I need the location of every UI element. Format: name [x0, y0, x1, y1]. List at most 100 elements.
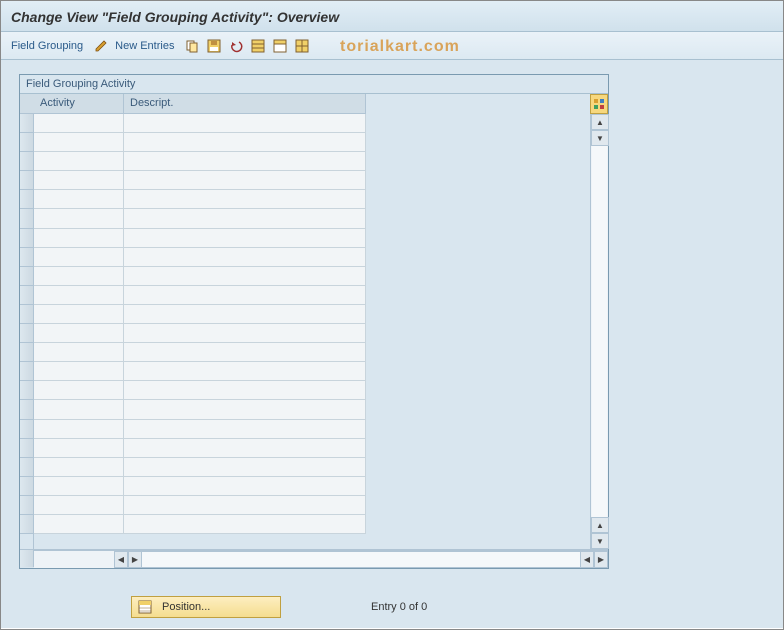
descript-cell[interactable]	[124, 420, 366, 439]
row-selector[interactable]	[20, 209, 33, 228]
activity-cell[interactable]	[34, 248, 124, 267]
toolbar: Field Grouping New Entries	[1, 32, 783, 60]
activity-cell[interactable]	[34, 286, 124, 305]
row-selector[interactable]	[20, 439, 33, 458]
activity-cell[interactable]	[34, 152, 124, 171]
scroll-right-icon[interactable]: ▶	[594, 551, 608, 568]
row-selector[interactable]	[20, 286, 33, 305]
activity-cell[interactable]	[34, 171, 124, 190]
row-selector[interactable]	[20, 477, 33, 496]
scroll-down-step-icon[interactable]: ▲	[591, 517, 609, 533]
scroll-up-icon[interactable]: ▲	[591, 114, 609, 130]
row-selector[interactable]	[20, 362, 33, 381]
edit-icon[interactable]	[93, 38, 109, 54]
descript-column-header[interactable]: Descript.	[124, 94, 366, 114]
activity-cell[interactable]	[34, 458, 124, 477]
activity-cell[interactable]	[34, 400, 124, 419]
row-selector[interactable]	[20, 400, 33, 419]
row-selector[interactable]	[20, 114, 33, 133]
row-selector[interactable]	[20, 171, 33, 190]
descript-cell[interactable]	[124, 439, 366, 458]
descript-cell[interactable]	[124, 477, 366, 496]
activity-cell[interactable]	[34, 305, 124, 324]
descript-cell[interactable]	[124, 324, 366, 343]
window-header: Change View "Field Grouping Activity": O…	[1, 1, 783, 32]
row-selector[interactable]	[20, 133, 33, 152]
activity-cell[interactable]	[34, 267, 124, 286]
descript-cell[interactable]	[124, 496, 366, 515]
descript-cell[interactable]	[124, 171, 366, 190]
table-config-icon[interactable]	[590, 94, 608, 114]
descript-cell[interactable]	[124, 209, 366, 228]
descript-cell[interactable]	[124, 267, 366, 286]
descript-cell[interactable]	[124, 458, 366, 477]
descript-cell[interactable]	[124, 248, 366, 267]
activity-cell[interactable]	[34, 362, 124, 381]
row-selector[interactable]	[20, 343, 33, 362]
activity-column-header[interactable]: Activity	[34, 94, 124, 114]
descript-cell[interactable]	[124, 190, 366, 209]
row-selector[interactable]	[20, 229, 33, 248]
descript-cell[interactable]	[124, 152, 366, 171]
activity-cell[interactable]	[34, 190, 124, 209]
descript-cell[interactable]	[124, 343, 366, 362]
activity-cell[interactable]	[34, 324, 124, 343]
vertical-scrollbar: ▲ ▼ ▲ ▼	[590, 114, 608, 549]
activity-cell[interactable]	[34, 496, 124, 515]
descript-cell[interactable]	[124, 286, 366, 305]
new-entries-link[interactable]: New Entries	[115, 40, 174, 52]
descript-cell[interactable]	[124, 400, 366, 419]
table-row	[34, 420, 366, 439]
row-selector[interactable]	[20, 381, 33, 400]
activity-cell[interactable]	[34, 477, 124, 496]
activity-cell[interactable]	[34, 439, 124, 458]
data-table: Activity Descript.	[20, 94, 608, 549]
right-panel-area: ▲ ▼ ▲ ▼	[366, 94, 608, 549]
descript-cell[interactable]	[124, 362, 366, 381]
descript-cell[interactable]	[124, 515, 366, 534]
descript-cell[interactable]	[124, 305, 366, 324]
row-selector[interactable]	[20, 305, 33, 324]
deselect-all-icon[interactable]	[272, 38, 288, 54]
row-selector[interactable]	[20, 515, 33, 534]
activity-cell[interactable]	[34, 420, 124, 439]
descript-cell[interactable]	[124, 381, 366, 400]
scroll-down-icon[interactable]: ▼	[591, 533, 609, 549]
table-settings-icon[interactable]	[294, 38, 310, 54]
scroll-left-step-icon[interactable]: ▶	[128, 551, 142, 568]
scroll-left-icon[interactable]: ◀	[114, 551, 128, 568]
field-grouping-activity-panel: Field Grouping Activity	[19, 74, 609, 569]
table-row	[34, 209, 366, 228]
undo-icon[interactable]	[228, 38, 244, 54]
activity-cell[interactable]	[34, 133, 124, 152]
descript-cell[interactable]	[124, 114, 366, 133]
activity-cell[interactable]	[34, 343, 124, 362]
scroll-up-step-icon[interactable]: ▼	[591, 130, 609, 146]
scroll-right-step-icon[interactable]: ◀	[580, 551, 594, 568]
descript-cell[interactable]	[124, 229, 366, 248]
row-selector[interactable]	[20, 267, 33, 286]
copy-icon[interactable]	[184, 38, 200, 54]
descript-cell[interactable]	[124, 133, 366, 152]
activity-cell[interactable]	[34, 209, 124, 228]
position-button[interactable]: Position...	[131, 596, 281, 618]
table-row	[34, 324, 366, 343]
scroll-track[interactable]	[592, 146, 607, 517]
field-grouping-link[interactable]: Field Grouping	[11, 40, 83, 52]
row-selector[interactable]	[20, 190, 33, 209]
select-all-icon[interactable]	[250, 38, 266, 54]
row-selector[interactable]	[20, 152, 33, 171]
row-selector[interactable]	[20, 420, 33, 439]
activity-cell[interactable]	[34, 229, 124, 248]
row-selector[interactable]	[20, 458, 33, 477]
activity-cell[interactable]	[34, 114, 124, 133]
save-icon[interactable]	[206, 38, 222, 54]
row-selector[interactable]	[20, 324, 33, 343]
activity-cell[interactable]	[34, 515, 124, 534]
h-scroll-track[interactable]	[142, 551, 580, 568]
activity-cell[interactable]	[34, 381, 124, 400]
row-selector[interactable]	[20, 248, 33, 267]
table-row	[34, 171, 366, 190]
row-selector[interactable]	[20, 496, 33, 515]
row-selector-column	[20, 94, 34, 549]
